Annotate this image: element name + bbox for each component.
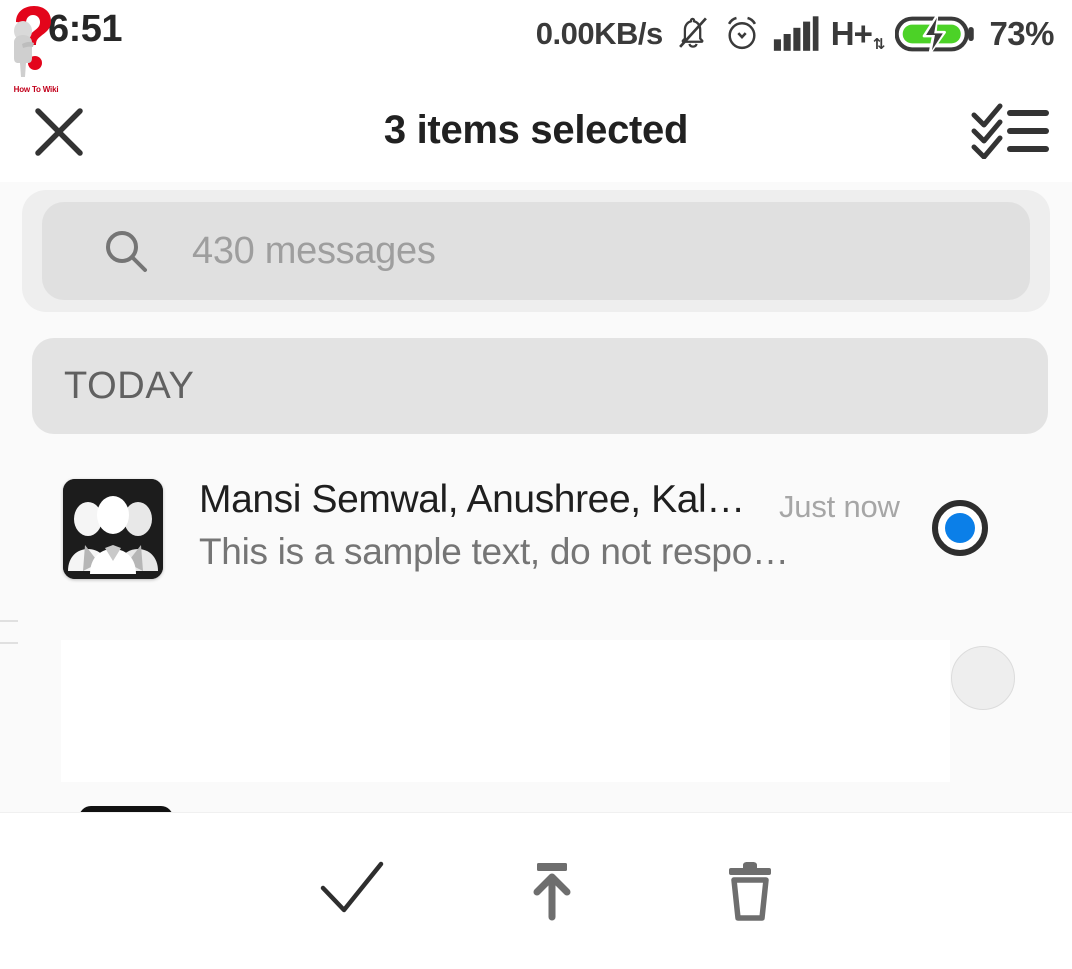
search-placeholder: 430 messages [192,229,436,272]
archive-button[interactable] [472,813,632,969]
conversation-snippet: This is a sample text, do not respo… [199,531,789,572]
group-avatar-icon [63,479,163,579]
edge-artifact [0,620,18,644]
bottom-action-toolbar [0,812,1072,969]
close-icon [35,108,83,156]
conversation-timestamp: Just now [779,489,900,524]
battery-percent-label: 73% [989,15,1054,52]
search-input[interactable]: 430 messages [42,202,1030,300]
battery-charging-icon [895,13,977,55]
network-speed-label: 0.00KB/s [535,16,663,51]
mark-read-button[interactable] [272,813,432,969]
delete-button[interactable] [670,813,830,969]
blank-row-placeholder [61,640,950,782]
select-all-checklist-icon [971,103,1049,159]
trash-icon [729,862,771,921]
checkmark-icon [320,861,384,913]
alarm-clock-icon [723,14,761,54]
app-bar: 3 items selected [0,78,1072,182]
data-updown-icon: ⇅ [872,36,886,53]
row-select-radio-empty[interactable] [951,646,1015,710]
network-type-text: H+ [830,15,873,52]
search-container: 430 messages [22,190,1050,312]
status-time: 6:51 [48,8,123,50]
section-header-label: TODAY [64,364,195,407]
select-all-button[interactable] [964,100,1056,162]
page-title: 3 items selected [383,107,689,152]
table-row[interactable]: Mansi Semwal, Anushree, Kal… Just now Th… [0,462,1072,600]
search-icon [100,225,152,277]
radio-inner-dot [945,513,975,543]
network-type-label: H+⇅ [830,15,886,53]
row-select-radio-selected[interactable] [932,500,988,556]
status-icons-group: 0.00KB/s H+⇅ 73% [536,10,1054,58]
archive-up-arrow-icon [533,863,571,921]
bell-muted-icon [675,14,711,54]
section-header-today: TODAY [32,338,1048,434]
status-bar: 6:51 0.00KB/s H+⇅ 73% [0,0,1072,78]
close-selection-button[interactable] [25,102,93,162]
app-screen: 6:51 0.00KB/s H+⇅ 73% How To Wiki 3 item… [0,0,1072,969]
signal-bars-icon [773,16,819,52]
conversation-title: Mansi Semwal, Anushree, Kal… [199,478,745,521]
